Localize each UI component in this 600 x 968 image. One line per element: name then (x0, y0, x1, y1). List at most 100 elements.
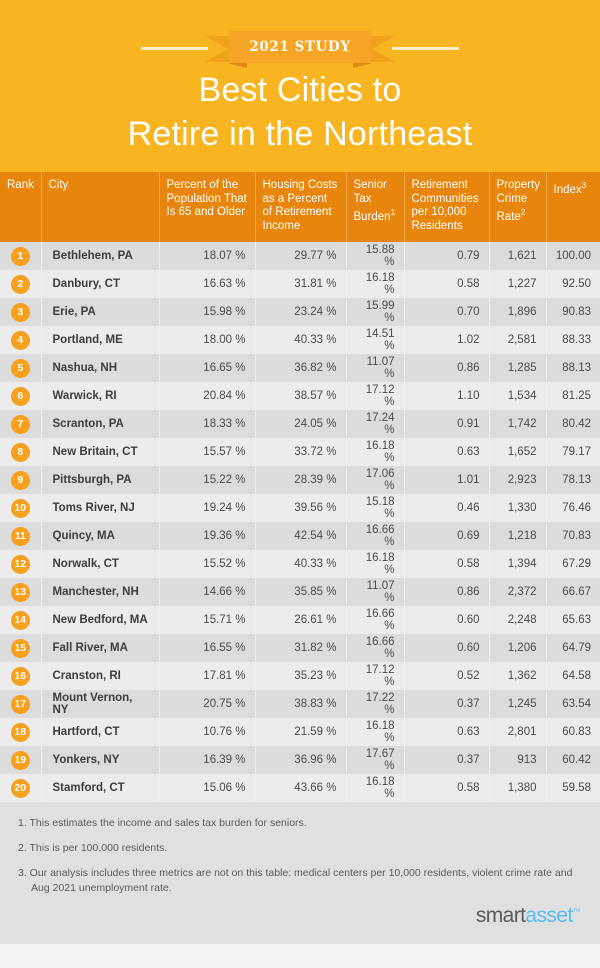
cell-percent-65-and-older: 15.06 % (159, 774, 256, 802)
cell-index: 60.42 (546, 746, 600, 774)
cell-senior-tax-burden: 16.66 % (346, 522, 405, 550)
footnote-3: 3. Our analysis includes three metrics a… (18, 867, 573, 894)
cell-property-crime-rate: 913 (489, 746, 547, 774)
cell-retirement-communities: 0.58 (404, 774, 490, 802)
cell-city: Fall River, MA (41, 634, 160, 662)
cell-senior-tax-burden: 16.18 % (346, 774, 405, 802)
cell-percent-65-and-older: 10.76 % (159, 718, 256, 746)
table-row: 7 Scranton, PA 18.33 % 24.05 % 17.24 % 0.91 1,… (0, 410, 600, 438)
cell-retirement-communities: 1.01 (404, 466, 490, 494)
rank-badge: 17 (10, 694, 30, 714)
column-header-index: Index3 (546, 172, 600, 242)
cell-property-crime-rate: 1,330 (489, 494, 547, 522)
cell-index: 64.58 (546, 662, 600, 690)
cell-rank: 17 (0, 690, 42, 718)
cell-index: 59.58 (546, 774, 600, 802)
rank-badge: 3 (10, 302, 30, 322)
header-banner: 2021 STUDY Best Cities to Retire in the … (0, 0, 600, 172)
column-header-tax: Senior Tax Burden1 (346, 172, 405, 242)
cell-index: 80.42 (546, 410, 600, 438)
cell-senior-tax-burden: 17.06 % (346, 466, 405, 494)
cell-senior-tax-burden: 17.24 % (346, 410, 405, 438)
footnote-1: 1. This estimates the income and sales t… (18, 817, 307, 829)
infographic-root: 2021 STUDY Best Cities to Retire in the … (0, 0, 600, 968)
cell-rank: 14 (0, 606, 42, 634)
cell-city: Norwalk, CT (41, 550, 160, 578)
cell-property-crime-rate: 1,285 (489, 354, 547, 382)
cell-senior-tax-burden: 17.22 % (346, 690, 405, 718)
cell-index: 88.13 (546, 354, 600, 382)
cell-index: 78.13 (546, 466, 600, 494)
cell-percent-65-and-older: 15.71 % (159, 606, 256, 634)
cell-city: Danbury, CT (41, 270, 160, 298)
page-title: Best Cities to Retire in the Northeast (0, 68, 600, 156)
cell-index: 92.50 (546, 270, 600, 298)
cell-housing-costs-percent: 24.05 % (255, 410, 347, 438)
cell-property-crime-rate: 1,362 (489, 662, 547, 690)
table-row: 20 Stamford, CT 15.06 % 43.66 % 16.18 % 0.58 1… (0, 774, 600, 802)
cell-index: 88.33 (546, 326, 600, 354)
rank-badge: 19 (10, 750, 30, 770)
logo-text-asset: asset (525, 904, 573, 927)
footnote-2: 2. This is per 100,000 residents. (18, 842, 168, 854)
cell-index: 90.83 (546, 298, 600, 326)
cell-property-crime-rate: 2,372 (489, 578, 547, 606)
table-row: 19 Yonkers, NY 16.39 % 36.96 % 17.67 % 0.37 91… (0, 746, 600, 774)
cell-retirement-communities: 0.60 (404, 606, 490, 634)
cell-index: 64.79 (546, 634, 600, 662)
cell-senior-tax-burden: 17.12 % (346, 662, 405, 690)
rank-badge: 15 (10, 638, 30, 658)
cell-city: Bethlehem, PA (41, 242, 160, 270)
smartasset-logo: smartasset™ (476, 904, 581, 928)
cell-percent-65-and-older: 19.24 % (159, 494, 256, 522)
cell-senior-tax-burden: 14.51 % (346, 326, 405, 354)
cell-senior-tax-burden: 17.12 % (346, 382, 405, 410)
cell-rank: 5 (0, 354, 42, 382)
cell-senior-tax-burden: 16.18 % (346, 550, 405, 578)
cell-city: Pittsburgh, PA (41, 466, 160, 494)
table-row: 5 Nashua, NH 16.65 % 36.82 % 11.07 % 0.86 1,28… (0, 354, 600, 382)
table-row: 9 Pittsburgh, PA 15.22 % 28.39 % 17.06 % 1.01… (0, 466, 600, 494)
cell-property-crime-rate: 1,652 (489, 438, 547, 466)
cell-retirement-communities: 0.37 (404, 690, 490, 718)
cell-senior-tax-burden: 16.18 % (346, 718, 405, 746)
cell-percent-65-and-older: 16.39 % (159, 746, 256, 774)
cell-city: New Britain, CT (41, 438, 160, 466)
ribbon-band: 2021 STUDY (229, 31, 371, 63)
cell-housing-costs-percent: 39.56 % (255, 494, 347, 522)
cell-housing-costs-percent: 26.61 % (255, 606, 347, 634)
cell-retirement-communities: 0.46 (404, 494, 490, 522)
cell-percent-65-and-older: 15.57 % (159, 438, 256, 466)
cell-retirement-communities: 0.63 (404, 438, 490, 466)
cell-city: Yonkers, NY (41, 746, 160, 774)
cell-housing-costs-percent: 31.82 % (255, 634, 347, 662)
cell-percent-65-and-older: 19.36 % (159, 522, 256, 550)
cell-city: Quincy, MA (41, 522, 160, 550)
cell-rank: 11 (0, 522, 42, 550)
cell-property-crime-rate: 1,245 (489, 690, 547, 718)
cell-housing-costs-percent: 35.23 % (255, 662, 347, 690)
cell-retirement-communities: 0.86 (404, 578, 490, 606)
table-row: 16 Cranston, RI 17.81 % 35.23 % 17.12 % 0.52 1… (0, 662, 600, 690)
cell-housing-costs-percent: 42.54 % (255, 522, 347, 550)
table-body: 1 Bethlehem, PA 18.07 % 29.77 % 15.88 % 0.79 1… (0, 242, 600, 802)
cell-index: 67.29 (546, 550, 600, 578)
cell-property-crime-rate: 2,248 (489, 606, 547, 634)
cell-senior-tax-burden: 16.18 % (346, 270, 405, 298)
study-year-label: 2021 STUDY (249, 39, 351, 55)
rank-badge: 10 (10, 498, 30, 518)
column-header-tax-label: Senior Tax Burden (353, 179, 391, 223)
column-header-city: City (41, 172, 160, 242)
cell-senior-tax-burden: 16.66 % (346, 634, 405, 662)
cell-percent-65-and-older: 16.65 % (159, 354, 256, 382)
table-row: 8 New Britain, CT 15.57 % 33.72 % 16.18 % 0.6… (0, 438, 600, 466)
cell-housing-costs-percent: 38.57 % (255, 382, 347, 410)
cell-rank: 19 (0, 746, 42, 774)
rank-badge: 14 (10, 610, 30, 630)
table-row: 14 New Bedford, MA 15.71 % 26.61 % 16.66 % 0.… (0, 606, 600, 634)
rank-badge: 9 (10, 470, 30, 490)
cell-retirement-communities: 0.70 (404, 298, 490, 326)
table-row: 17 Mount Vernon, NY 20.75 % 38.83 % 17.22 % 0… (0, 690, 600, 718)
column-header-rank: Rank (0, 172, 42, 242)
cell-retirement-communities: 0.60 (404, 634, 490, 662)
